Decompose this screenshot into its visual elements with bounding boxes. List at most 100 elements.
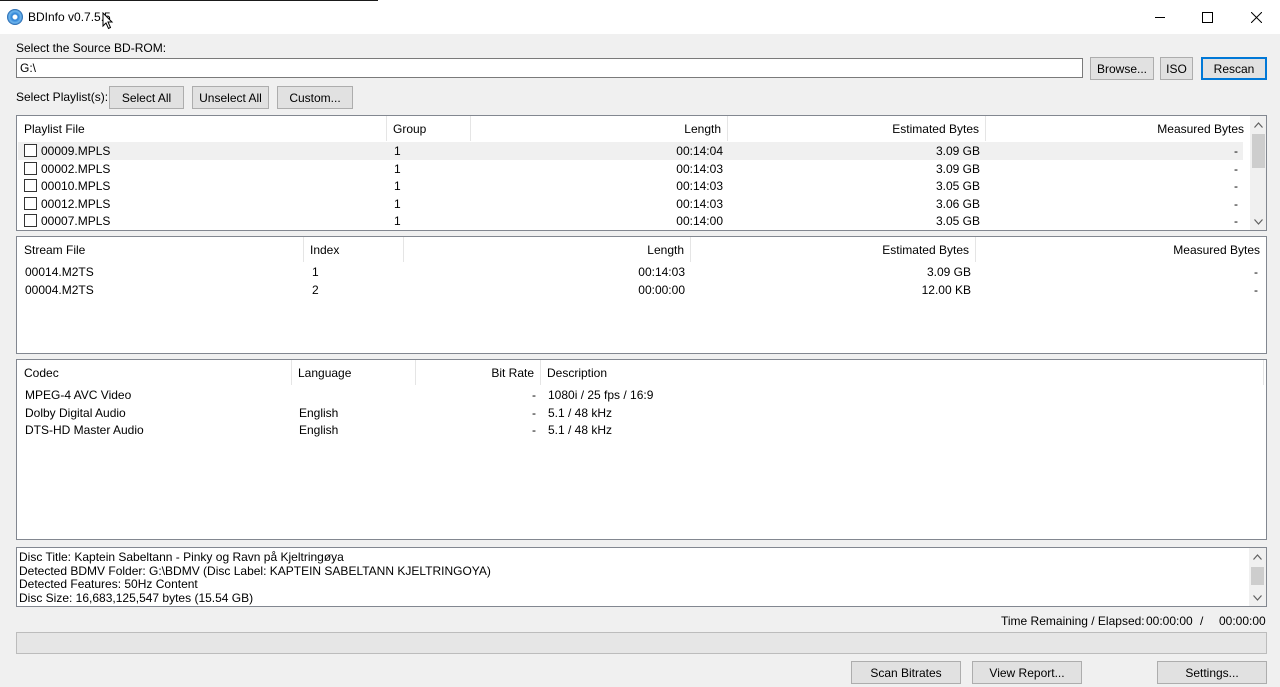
- title-bar: [0, 0, 1280, 34]
- column-header-language[interactable]: Language: [292, 360, 416, 385]
- time-remaining-value: 00:00:00: [1146, 614, 1193, 628]
- codec-language: English: [299, 423, 339, 437]
- playlist-checkbox[interactable]: [24, 196, 37, 210]
- scroll-up-icon[interactable]: [1249, 548, 1266, 565]
- view-report-button[interactable]: View Report...: [972, 661, 1082, 684]
- codec-row[interactable]: DTS-HD Master Audio English - 5.1 / 48 k…: [18, 421, 1265, 439]
- window-title: BDInfo v0.7.5.5: [28, 10, 111, 24]
- column-header-estimated-bytes[interactable]: Estimated Bytes: [728, 116, 986, 141]
- column-header-length[interactable]: Length: [471, 116, 728, 141]
- stream-list[interactable]: Stream File Index Length Estimated Bytes…: [16, 236, 1267, 354]
- disc-info-textbox[interactable]: Disc Title: Kaptein Sabeltann - Pinky og…: [16, 547, 1267, 607]
- codec-bit-rate: -: [532, 423, 536, 437]
- column-header-measured-bytes[interactable]: Measured Bytes: [986, 116, 1250, 141]
- scroll-down-icon[interactable]: [1249, 589, 1266, 606]
- playlist-checkbox[interactable]: [24, 214, 37, 227]
- codec-name: DTS-HD Master Audio: [25, 423, 144, 437]
- scroll-up-icon[interactable]: [1250, 116, 1266, 133]
- playlist-group: 1: [394, 179, 401, 193]
- time-elapsed-value: 00:00:00: [1219, 614, 1266, 628]
- scroll-thumb[interactable]: [1251, 567, 1264, 585]
- disc-info-line: Disc Size: 16,683,125,547 bytes (15.54 G…: [19, 590, 254, 605]
- playlist-group: 1: [394, 144, 401, 158]
- unselect-all-button[interactable]: Unselect All: [192, 86, 269, 109]
- rescan-button[interactable]: Rescan: [1201, 57, 1267, 80]
- stream-row[interactable]: 00014.M2TS 1 00:14:03 3.09 GB -: [18, 263, 1265, 281]
- playlist-checkbox[interactable]: [24, 161, 37, 175]
- time-separator: /: [1200, 614, 1204, 628]
- playlist-estimated-bytes: 3.09 GB: [935, 161, 980, 176]
- stream-length: 00:00:00: [638, 282, 685, 297]
- playlist-row[interactable]: 00009.MPLS 1 00:14:04 3.09 GB -: [18, 142, 1243, 160]
- minimize-icon: [1155, 17, 1165, 18]
- column-header-measured-bytes[interactable]: Measured Bytes: [976, 237, 1266, 262]
- close-icon: [1250, 11, 1262, 23]
- column-header-estimated-bytes[interactable]: Estimated Bytes: [691, 237, 976, 262]
- playlist-file: 00002.MPLS: [41, 161, 111, 176]
- settings-button[interactable]: Settings...: [1157, 661, 1267, 684]
- playlist-estimated-bytes: 3.06 GB: [935, 196, 980, 211]
- codec-bit-rate: -: [532, 405, 536, 420]
- minimize-button[interactable]: [1137, 0, 1183, 34]
- playlist-row[interactable]: 00012.MPLS 1 00:14:03 3.06 GB -: [18, 195, 1243, 213]
- stream-index: 1: [312, 265, 319, 279]
- custom-button[interactable]: Custom...: [277, 86, 353, 109]
- disc-icon: [7, 9, 23, 25]
- disc-info-scrollbar[interactable]: [1249, 548, 1266, 606]
- codec-list[interactable]: Codec Language Bit Rate Description MPEG…: [16, 359, 1267, 540]
- source-label: Select the Source BD-ROM:: [16, 41, 167, 55]
- disc-info-line: Detected Features: 50Hz Content: [19, 577, 198, 591]
- codec-row[interactable]: Dolby Digital Audio English - 5.1 / 48 k…: [18, 404, 1265, 422]
- playlist-checkbox[interactable]: [24, 144, 37, 157]
- disc-info-line: Disc Title: Kaptein Sabeltann - Pinky og…: [19, 550, 344, 564]
- stream-index: 2: [312, 282, 319, 297]
- playlist-measured-bytes: -: [1234, 214, 1238, 228]
- column-header-stream-file[interactable]: Stream File: [17, 237, 304, 262]
- scroll-down-icon[interactable]: [1250, 213, 1266, 230]
- stream-row[interactable]: 00004.M2TS 2 00:00:00 12.00 KB -: [18, 281, 1265, 299]
- codec-row[interactable]: MPEG-4 AVC Video - 1080i / 25 fps / 16:9: [18, 386, 1265, 404]
- maximize-icon: [1201, 11, 1213, 23]
- column-header-group[interactable]: Group: [387, 116, 471, 141]
- playlist-row[interactable]: 00002.MPLS 1 00:14:03 3.09 GB -: [18, 160, 1243, 178]
- scan-bitrates-button[interactable]: Scan Bitrates: [851, 661, 961, 684]
- stream-file: 00004.M2TS: [25, 282, 94, 297]
- column-header-length[interactable]: Length: [404, 237, 691, 262]
- disc-info-line: Detected BDMV Folder: G:\BDMV (Disc Labe…: [19, 563, 491, 578]
- playlist-select-label: Select Playlist(s):: [16, 90, 109, 104]
- playlist-group: 1: [394, 161, 401, 176]
- playlist-scrollbar[interactable]: [1250, 116, 1266, 230]
- scroll-thumb[interactable]: [1252, 134, 1265, 168]
- column-header-codec[interactable]: Codec: [17, 360, 292, 385]
- column-header-index[interactable]: Index: [304, 237, 404, 262]
- codec-name: MPEG-4 AVC Video: [25, 388, 132, 402]
- playlist-list[interactable]: Playlist File Group Length Estimated Byt…: [16, 115, 1267, 231]
- playlist-row[interactable]: 00010.MPLS 1 00:14:03 3.05 GB -: [18, 177, 1243, 195]
- column-header-bit-rate[interactable]: Bit Rate: [416, 360, 541, 385]
- playlist-row[interactable]: 00007.MPLS 1 00:14:00 3.05 GB -: [18, 212, 1243, 230]
- playlist-measured-bytes: -: [1234, 179, 1238, 193]
- column-header-playlist-file[interactable]: Playlist File: [17, 116, 387, 141]
- time-remaining-label: Time Remaining / Elapsed:: [1001, 614, 1145, 628]
- playlist-file: 00007.MPLS: [41, 214, 111, 228]
- playlist-measured-bytes: -: [1234, 196, 1238, 211]
- iso-button[interactable]: ISO: [1160, 57, 1193, 80]
- stream-estimated-bytes: 3.09 GB: [926, 265, 971, 279]
- stream-measured-bytes: -: [1254, 282, 1258, 297]
- close-button[interactable]: [1233, 0, 1279, 34]
- column-header-description[interactable]: Description: [541, 360, 1264, 385]
- select-all-button[interactable]: Select All: [109, 86, 184, 109]
- playlist-group: 1: [394, 196, 401, 211]
- playlist-file: 00010.MPLS: [41, 179, 111, 193]
- playlist-estimated-bytes: 3.05 GB: [935, 179, 980, 193]
- browse-button[interactable]: Browse...: [1090, 57, 1154, 80]
- maximize-button[interactable]: [1184, 0, 1230, 34]
- playlist-checkbox[interactable]: [24, 179, 37, 192]
- codec-bit-rate: -: [532, 388, 536, 402]
- stream-file: 00014.M2TS: [25, 265, 94, 279]
- source-path-input[interactable]: [16, 58, 1083, 78]
- stream-measured-bytes: -: [1254, 265, 1258, 279]
- codec-description: 5.1 / 48 kHz: [548, 423, 613, 437]
- codec-description: 1080i / 25 fps / 16:9: [548, 388, 654, 402]
- stream-length: 00:14:03: [638, 265, 685, 279]
